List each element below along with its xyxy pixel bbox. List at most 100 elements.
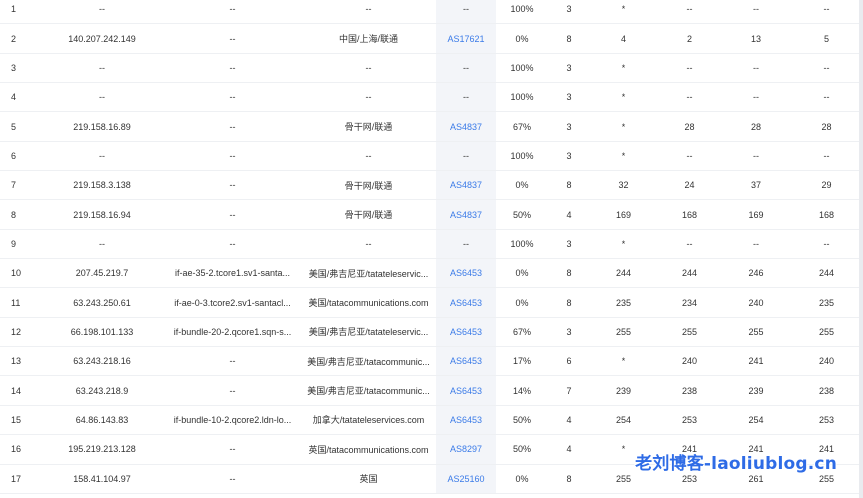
ip-cell-text[interactable]: 219.158.16.94 — [73, 210, 131, 220]
last-latency-cell-text: 255 — [615, 326, 632, 337]
location-cell-text: 美国/弗吉尼亚/tatacommunic... — [307, 386, 430, 397]
loss-cell-text: 100% — [510, 92, 534, 103]
ip-cell-text[interactable]: 140.207.242.149 — [68, 34, 136, 44]
ip-cell-text: -- — [99, 238, 105, 249]
worst-latency-cell: 253 — [790, 406, 863, 434]
best-latency-cell-text: 169 — [748, 209, 764, 220]
ip-cell: 219.158.16.94 — [40, 200, 164, 228]
hop-cell: 3 — [0, 54, 40, 82]
hop-cell: 9 — [0, 230, 40, 258]
asn-cell-text[interactable]: AS6453 — [450, 268, 482, 278]
location-cell: -- — [301, 0, 436, 23]
hop-cell-text: 8 — [11, 209, 17, 220]
table-row: 15 64.86.143.83 if-bundle-10-2.qcore2.ldn-… — [0, 405, 863, 436]
ip-cell-text[interactable]: 207.45.219.7 — [76, 268, 129, 278]
last-latency-cell-text: * — [621, 150, 626, 161]
hop-cell-text: 15 — [11, 414, 22, 425]
avg-latency-cell: -- — [657, 142, 722, 170]
ip-cell-text[interactable]: 63.243.218.9 — [76, 386, 129, 396]
sent-cell: 3 — [548, 0, 590, 23]
ip-cell-text[interactable]: 219.158.3.138 — [73, 180, 131, 190]
ip-cell-text[interactable]: 64.86.143.83 — [76, 415, 129, 425]
hop-cell: 1 — [0, 0, 40, 23]
asn-cell-text[interactable]: AS25160 — [447, 474, 484, 484]
sent-cell: 8 — [548, 465, 590, 493]
loss-cell-text: 67% — [512, 326, 531, 337]
loss-cell-text: 0% — [515, 33, 529, 44]
asn-cell-text[interactable]: AS8297 — [450, 444, 482, 454]
avg-latency-cell: 234 — [657, 288, 722, 316]
worst-latency-cell: 244 — [790, 259, 863, 287]
avg-latency-cell-text: -- — [686, 238, 693, 249]
best-latency-cell: -- — [722, 230, 790, 258]
asn-cell-text[interactable]: AS6453 — [450, 356, 482, 366]
table-row: 4 -- -- -- -- 100% 3 * -- -- -- — [0, 83, 863, 113]
table-row: 12 66.198.101.133 if-bundle-20-2.qcore1.sq… — [0, 317, 863, 348]
best-latency-cell: 13 — [722, 24, 790, 52]
best-latency-cell: -- — [722, 0, 790, 23]
asn-cell-text[interactable]: AS17621 — [447, 34, 484, 44]
asn-cell-text[interactable]: AS6453 — [450, 327, 482, 337]
ip-cell: -- — [40, 54, 164, 82]
location-cell-text: 英国/tatacommunications.com — [308, 444, 429, 455]
loss-cell: 50% — [496, 435, 548, 463]
ip-cell-text[interactable]: 219.158.16.89 — [73, 122, 131, 132]
avg-latency-cell-text: 24 — [684, 180, 695, 191]
loss-cell: 100% — [496, 0, 548, 23]
loss-cell: 17% — [496, 347, 548, 375]
ip-cell-text[interactable]: 158.41.104.97 — [73, 474, 131, 484]
sent-cell: 3 — [548, 54, 590, 82]
loss-cell-text: 0% — [515, 180, 529, 191]
vertical-scrollbar[interactable] — [859, 0, 863, 498]
asn-cell-text[interactable]: AS6453 — [450, 415, 482, 425]
worst-latency-cell-text: 255 — [818, 326, 835, 337]
best-latency-cell-text: 13 — [750, 33, 761, 44]
location-cell-text: 美国/弗吉尼亚/tatateleservic... — [308, 327, 429, 338]
ip-cell-text[interactable]: 63.243.218.16 — [73, 356, 131, 366]
hop-cell-text: 17 — [11, 473, 22, 484]
asn-cell: AS4837 — [436, 112, 496, 141]
last-latency-cell-text: 239 — [615, 385, 632, 396]
last-latency-cell: * — [590, 83, 657, 111]
avg-latency-cell: 238 — [657, 376, 722, 404]
last-latency-cell: 4 — [590, 24, 657, 52]
location-cell-text: 骨干网/联通 — [344, 122, 393, 133]
asn-cell-text[interactable]: AS4837 — [450, 180, 482, 190]
ip-cell-text[interactable]: 63.243.250.61 — [73, 298, 131, 308]
ip-cell: 207.45.219.7 — [40, 259, 164, 287]
best-latency-cell-text: 255 — [748, 326, 764, 337]
asn-cell: AS6453 — [436, 347, 496, 376]
asn-cell-text[interactable]: AS6453 — [450, 386, 482, 396]
traceroute-table: 1 -- -- -- -- 100% 3 * -- -- -- 2 140.207.242.149 -- 中… — [0, 0, 863, 494]
ip-cell-text[interactable]: 195.219.213.128 — [68, 444, 136, 454]
best-latency-cell: -- — [722, 142, 790, 170]
sent-cell-text: 8 — [566, 473, 572, 484]
hostname-cell-text: -- — [229, 92, 236, 103]
avg-latency-cell-text: 253 — [681, 473, 698, 484]
hostname-cell: -- — [164, 200, 301, 228]
location-cell: 美国/弗吉尼亚/tatacommunic... — [301, 347, 436, 375]
asn-cell-text[interactable]: AS4837 — [450, 210, 482, 220]
loss-cell: 14% — [496, 376, 548, 404]
hop-cell: 6 — [0, 142, 40, 170]
ip-cell: -- — [40, 142, 164, 170]
location-cell: 美国/弗吉尼亚/tatateleservic... — [301, 259, 436, 287]
watermark-text: 老刘博客-laoliublog.cn — [635, 454, 837, 474]
asn-cell-text[interactable]: AS6453 — [450, 298, 482, 308]
sent-cell-text: 8 — [566, 268, 572, 279]
ip-cell-text[interactable]: 66.198.101.133 — [71, 327, 134, 337]
hostname-cell: -- — [164, 376, 301, 404]
loss-cell-text: 50% — [512, 414, 531, 425]
hostname-cell-text: -- — [229, 444, 236, 455]
hostname-cell-text: -- — [229, 356, 236, 367]
hop-cell-text: 12 — [11, 326, 22, 337]
asn-cell-text[interactable]: AS4837 — [450, 122, 482, 132]
best-latency-cell: 37 — [722, 171, 790, 199]
asn-cell-text: -- — [463, 92, 469, 103]
asn-cell: -- — [436, 53, 496, 83]
avg-latency-cell-text: 244 — [681, 268, 698, 279]
last-latency-cell: * — [590, 347, 657, 375]
asn-cell-text: -- — [463, 150, 469, 161]
last-latency-cell-text: * — [621, 4, 626, 15]
best-latency-cell-text: 261 — [748, 473, 764, 484]
